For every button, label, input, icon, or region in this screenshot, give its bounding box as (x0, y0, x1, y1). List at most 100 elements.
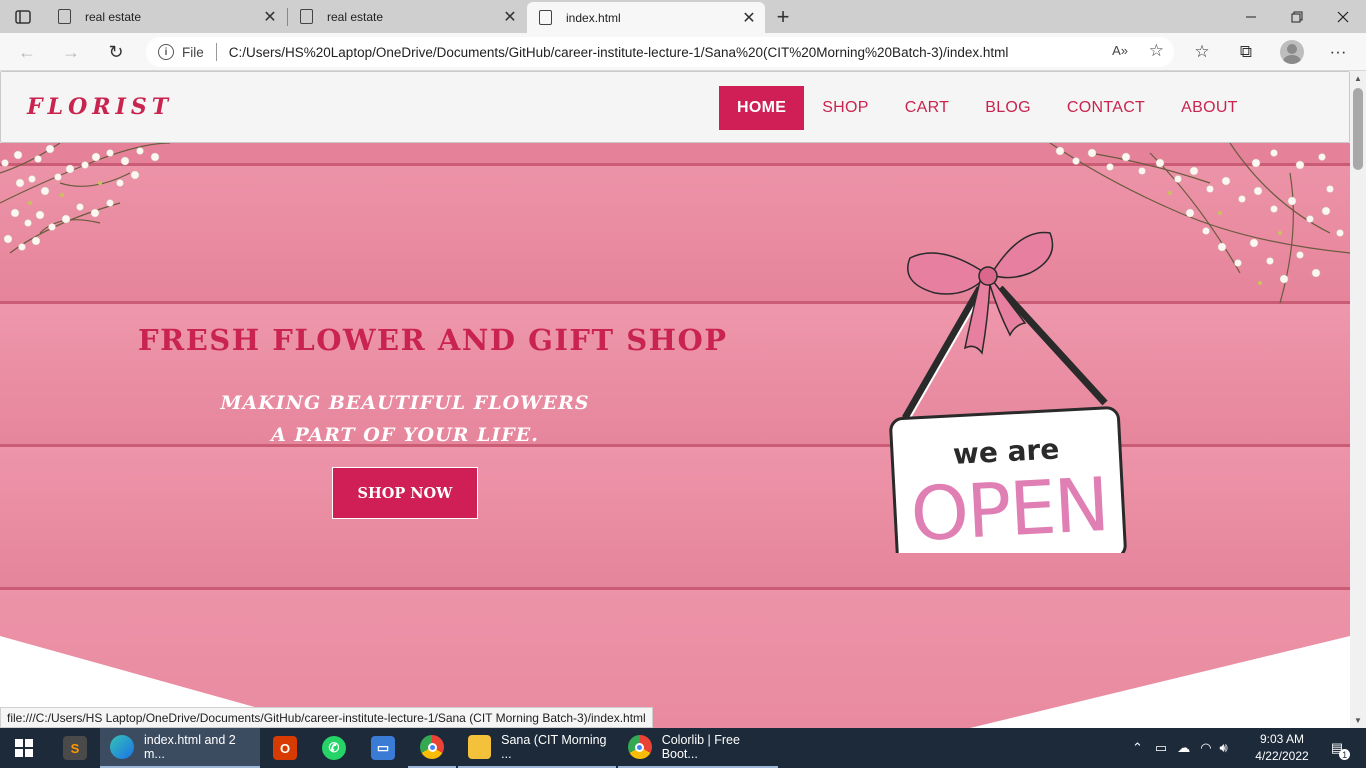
restore-button[interactable] (1274, 0, 1320, 33)
edge-icon (110, 735, 134, 759)
notification-count: 1 (1339, 749, 1351, 760)
arrow-right-icon: → (62, 41, 80, 62)
nav-about[interactable]: ABOUT (1163, 86, 1256, 130)
taskbar-folder[interactable]: Sana (CIT Morning ... (458, 728, 616, 768)
status-link-preview: file:///C:/Users/HS Laptop/OneDrive/Docu… (0, 707, 653, 728)
collections-icon: ⧉ (1239, 42, 1253, 61)
taskbar-chrome-colorlib[interactable]: Colorlib | Free Boot... (618, 728, 778, 768)
pink-bow-icon (907, 231, 1054, 355)
close-icon (1337, 11, 1349, 22)
minimize-icon (1246, 16, 1256, 17)
notification-center-button[interactable]: ▤ 1 (1322, 728, 1352, 768)
page-scrollbar[interactable]: ▲ ▼ (1350, 71, 1366, 728)
computer-icon: ▭ (371, 736, 395, 760)
taskbar-label: Sana (CIT Morning ... (501, 733, 607, 761)
taskbar-label: Colorlib | Free Boot... (661, 733, 740, 761)
start-button[interactable] (0, 728, 48, 768)
page-icon (58, 9, 71, 24)
info-icon[interactable]: i (158, 44, 174, 60)
tab-actions-icon (15, 10, 31, 24)
minimize-button[interactable] (1228, 0, 1274, 33)
close-icon[interactable]: ✕ (498, 5, 522, 29)
tab-actions-button[interactable] (8, 5, 38, 29)
taskbar-label: index.html and 2 m... (144, 733, 236, 761)
settings-menu-button[interactable]: ··· (1324, 39, 1352, 65)
add-favorite-icon[interactable]: ☆ (1149, 41, 1164, 61)
url-scheme-label: File (182, 44, 204, 60)
taskbar-edge[interactable]: index.html and 2 m... (100, 728, 260, 768)
nav-home[interactable]: HOME (719, 86, 805, 130)
taskbar-sublime[interactable]: S (52, 728, 98, 768)
site-logo[interactable]: FLORIST (27, 94, 173, 120)
back-button[interactable]: ← (12, 38, 42, 66)
clock-time: 9:03 AM (1259, 732, 1305, 746)
wood-plank (0, 447, 1350, 587)
forward-button[interactable]: → (56, 38, 86, 66)
favorites-button[interactable]: ☆ (1188, 39, 1216, 65)
nav-blog[interactable]: BLOG (967, 86, 1049, 130)
hero-title: FRESH FLOWER AND GIFT SHOP (138, 323, 728, 357)
volume-icon[interactable]: 🔊︎ (1220, 740, 1228, 756)
shop-now-button[interactable]: SHOP NOW (332, 467, 478, 519)
browser-tab-1[interactable]: real estate ✕ (46, 0, 286, 33)
close-icon[interactable]: ✕ (258, 5, 282, 29)
refresh-icon: ↻ (108, 41, 124, 62)
taskbar-clock[interactable]: 9:03 AM 4/22/2022 (1248, 731, 1316, 765)
battery-icon[interactable]: ▭ (1155, 740, 1167, 756)
url-divider (215, 43, 217, 61)
tab-title: real estate (327, 9, 384, 24)
site-header: FLORIST HOME SHOP CART BLOG CONTACT ABOU… (0, 71, 1350, 143)
hero-banner: FRESH FLOWER AND GIFT SHOP MAKING BEAUTI… (0, 143, 1350, 728)
scroll-up-icon[interactable]: ▲ (1354, 74, 1362, 83)
refresh-button[interactable]: ↻ (101, 38, 131, 66)
window-close-button[interactable] (1320, 0, 1366, 33)
hero-subtitle-line-2: A PART OF YOUR LIFE. (271, 424, 539, 446)
windows-taskbar: S index.html and 2 m... O ✆ ▭ Sana (CIT … (0, 728, 1366, 768)
chrome-icon (628, 735, 652, 759)
system-tray: ⌃ ▭ ☁ ◠ 🔊︎ (1132, 728, 1228, 768)
clock-date: 4/22/2022 (1255, 749, 1309, 763)
browser-tab-3-active[interactable]: index.html ✕ (527, 2, 765, 33)
hero-subtitle-line-1: MAKING BEAUTIFUL FLOWERS (220, 392, 590, 414)
arrow-left-icon: ← (18, 41, 36, 62)
notification-icon: ▤ 1 (1331, 740, 1351, 760)
url-text[interactable]: C:/Users/HS%20Laptop/OneDrive/Documents/… (229, 45, 1009, 60)
read-aloud-icon[interactable]: A» (1112, 43, 1128, 58)
address-bar[interactable]: i File C:/Users/HS%20Laptop/OneDrive/Doc… (146, 37, 1174, 67)
folder-icon (468, 735, 492, 759)
scroll-down-icon[interactable]: ▼ (1354, 716, 1362, 725)
browser-toolbar: ← → ↻ i File C:/Users/HS%20Laptop/OneDri… (0, 33, 1366, 71)
baby-breath-flowers-left (0, 143, 171, 254)
new-tab-button[interactable]: + (770, 4, 796, 30)
nav-shop[interactable]: SHOP (804, 86, 887, 130)
tab-title: real estate (85, 9, 142, 24)
restore-icon (1291, 11, 1303, 22)
nav-contact[interactable]: CONTACT (1049, 86, 1163, 130)
scrollbar-thumb[interactable] (1353, 88, 1363, 170)
main-nav: HOME SHOP CART BLOG CONTACT ABOUT (719, 86, 1256, 130)
we-are-open-sign: we are OPEN (889, 231, 1127, 553)
page-viewport: FLORIST HOME SHOP CART BLOG CONTACT ABOU… (0, 71, 1350, 728)
taskbar-computer[interactable]: ▭ (360, 728, 406, 768)
page-icon (539, 10, 552, 25)
taskbar-chrome[interactable] (408, 728, 456, 768)
wifi-icon[interactable]: ◠ (1200, 740, 1211, 756)
sign-text-bottom: OPEN (909, 462, 1110, 553)
taskbar-whatsapp[interactable]: ✆ (310, 728, 358, 768)
profile-avatar[interactable] (1280, 40, 1304, 64)
chevron-up-icon[interactable]: ⌃ (1132, 740, 1143, 756)
more-icon: ··· (1329, 42, 1347, 61)
nav-cart[interactable]: CART (887, 86, 967, 130)
chrome-icon (420, 735, 444, 759)
close-icon[interactable]: ✕ (737, 6, 761, 30)
taskbar-office[interactable]: O (262, 728, 308, 768)
windows-start-icon (15, 739, 33, 757)
hero-subtitle: MAKING BEAUTIFUL FLOWERS A PART OF YOUR … (205, 387, 605, 451)
collections-button[interactable]: ⧉ (1232, 39, 1260, 65)
onedrive-icon[interactable]: ☁ (1177, 740, 1190, 756)
browser-tab-strip: real estate ✕ real estate ✕ index.html ✕… (0, 0, 1366, 33)
favorites-icon: ☆ (1194, 42, 1210, 61)
tab-title: index.html (566, 10, 621, 25)
whatsapp-icon: ✆ (322, 736, 346, 760)
browser-tab-2[interactable]: real estate ✕ (288, 0, 526, 33)
